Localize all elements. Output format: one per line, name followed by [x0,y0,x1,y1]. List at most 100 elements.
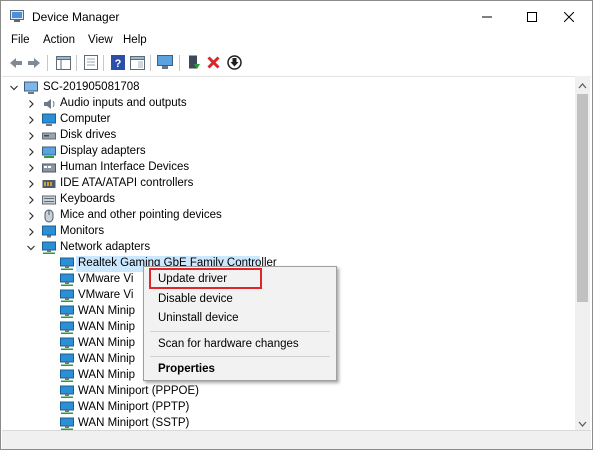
tree-label: Computer [60,113,111,125]
tree-label: SC-201905081708 [43,81,140,93]
tree-category-computer[interactable]: Computer [2,112,572,128]
tree-category-network[interactable]: Network adapters [2,240,572,256]
network-adapter-icon [60,337,74,351]
console-tree-icon[interactable] [128,54,146,71]
network-adapter-icon [60,321,74,335]
menu-bar: File Action View Help [1,32,592,51]
network-adapter-icon [60,289,74,303]
window-title: Device Manager [32,10,120,24]
menu-action[interactable]: Action [43,34,75,46]
network-adapter-icon [60,273,74,287]
minimize-button[interactable] [464,1,510,32]
tree-label: WAN Minip [78,353,136,365]
update-driver-down-icon[interactable] [225,54,243,71]
tree-label: Monitors [60,225,105,237]
chevron-down-icon[interactable] [26,242,36,254]
tree-label: WAN Miniport (PPPOE) [78,385,199,397]
vertical-scrollbar[interactable] [575,76,590,430]
chevron-right-icon[interactable] [26,178,36,190]
title-bar[interactable]: Device Manager [1,1,592,32]
tree-label: Network adapters [60,241,151,253]
enable-device-icon[interactable] [185,54,203,71]
chevron-down-icon[interactable] [9,82,19,94]
scan-hardware-monitor-icon[interactable] [156,54,174,71]
toolbar-separator [47,55,48,71]
back-arrow-icon[interactable] [7,54,25,71]
context-menu-properties[interactable]: Properties [158,363,215,375]
tree-label: Audio inputs and outputs [60,97,187,109]
context-menu-scan-hardware[interactable]: Scan for hardware changes [158,338,299,350]
uninstall-x-icon[interactable] [204,54,222,71]
network-device-row[interactable]: WAN Miniport (SSTP) [2,416,572,430]
network-adapter-icon [60,401,74,415]
tree-category-ide[interactable]: IDE ATA/ATAPI controllers [2,176,572,192]
menu-separator [150,356,330,357]
scroll-up-icon[interactable] [578,80,587,92]
tree-category-disk[interactable]: Disk drives [2,128,572,144]
toolbar-separator [150,55,151,71]
tree-label: WAN Miniport (SSTP) [78,417,190,429]
close-button[interactable] [546,1,592,32]
hid-icon [42,161,56,175]
network-adapter-icon [42,241,56,255]
chevron-right-icon[interactable] [26,226,36,238]
mouse-icon [42,209,56,223]
tree-label: WAN Miniport (PPTP) [78,401,190,413]
tree-label: WAN Minip [78,337,136,349]
tree-category-mice[interactable]: Mice and other pointing devices [2,208,572,224]
tree-category-display[interactable]: Display adapters [2,144,572,160]
status-bar [2,430,591,449]
show-hide-icon[interactable] [82,54,100,71]
context-menu-disable-device[interactable]: Disable device [158,293,233,305]
chevron-right-icon[interactable] [26,194,36,206]
svg-text:?: ? [115,58,122,70]
network-adapter-icon [60,353,74,367]
device-manager-window: Device Manager File Action View Help ? S… [0,0,593,450]
tree-label: VMware Vi [78,289,134,301]
tree-category-keyboards[interactable]: Keyboards [2,192,572,208]
network-adapter-icon [60,385,74,399]
monitor-icon [42,225,56,239]
chevron-right-icon[interactable] [26,98,36,110]
tree-category-hid[interactable]: Human Interface Devices [2,160,572,176]
network-adapter-icon [60,369,74,383]
toolbar-separator [103,55,104,71]
chevron-right-icon[interactable] [26,162,36,174]
network-adapter-icon [60,257,74,271]
scrollbar-thumb[interactable] [577,94,588,302]
properties-pane-icon[interactable] [54,54,72,71]
context-menu-uninstall-device[interactable]: Uninstall device [158,312,239,324]
help-icon[interactable]: ? [109,54,127,71]
forward-arrow-icon[interactable] [25,54,43,71]
chevron-right-icon[interactable] [26,146,36,158]
chevron-right-icon[interactable] [26,114,36,126]
menu-separator [150,331,330,332]
device-manager-app-icon [10,10,24,23]
chevron-right-icon[interactable] [26,210,36,222]
network-adapter-icon [60,305,74,319]
disk-drive-icon [42,129,56,143]
tree-label: WAN Minip [78,321,136,333]
toolbar-separator [179,55,180,71]
tree-label: Disk drives [60,129,117,141]
highlight-annotation-box [149,268,262,289]
computer-icon [42,113,56,127]
computer-icon [24,81,38,95]
toolbar-separator [76,55,77,71]
tree-label: IDE ATA/ATAPI controllers [60,177,194,189]
menu-file[interactable]: File [11,34,30,46]
chevron-right-icon[interactable] [26,130,36,142]
scroll-down-icon[interactable] [578,418,587,430]
tree-category-monitors[interactable]: Monitors [2,224,572,240]
ide-controller-icon [42,177,56,191]
network-device-row[interactable]: WAN Miniport (PPPOE) [2,384,572,400]
speaker-icon [42,97,56,111]
tree-label: Human Interface Devices [60,161,190,173]
menu-help[interactable]: Help [123,34,147,46]
tree-root[interactable]: SC-201905081708 [2,80,572,96]
tree-category-audio[interactable]: Audio inputs and outputs [2,96,572,112]
tree-label: WAN Minip [78,305,136,317]
menu-view[interactable]: View [88,34,113,46]
network-adapter-icon [60,417,74,430]
network-device-row[interactable]: WAN Miniport (PPTP) [2,400,572,416]
